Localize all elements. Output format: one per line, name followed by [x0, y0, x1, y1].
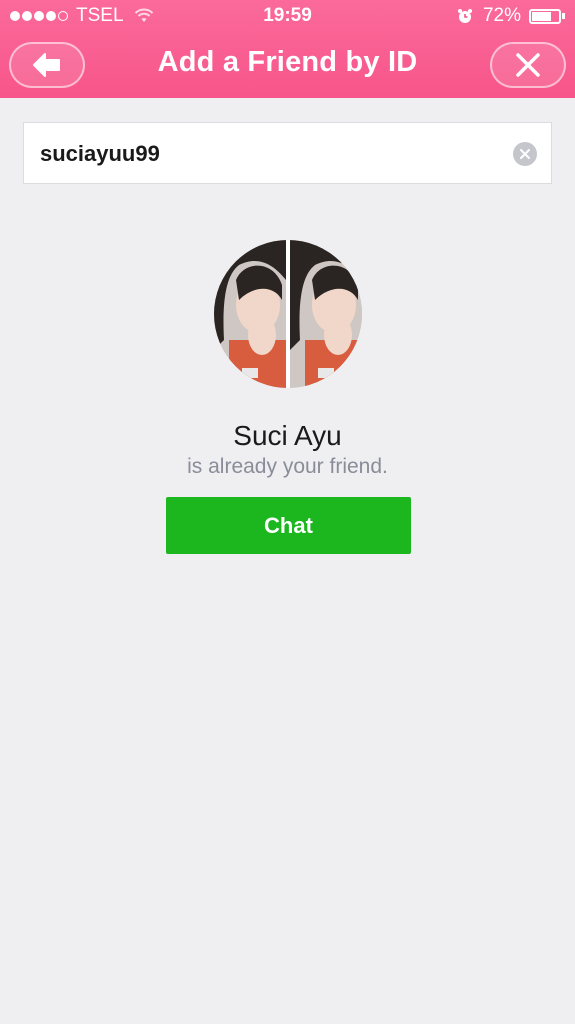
alarm-clock-icon: [457, 9, 472, 23]
battery-icon: [529, 8, 561, 24]
close-icon: [516, 53, 540, 77]
avatar[interactable]: [214, 240, 362, 388]
status-bar: TSEL 19:59 72%: [0, 0, 575, 32]
page-title: Add a Friend by ID: [157, 46, 418, 78]
battery-fill: [532, 11, 551, 21]
battery-percent: 72%: [482, 5, 521, 26]
friend-status-text: is already your friend.: [187, 455, 388, 478]
friend-name: Suci Ayu: [233, 420, 342, 451]
search-input-value[interactable]: suciayuu99: [40, 141, 160, 167]
clear-search-button[interactable]: [513, 142, 537, 166]
close-button[interactable]: [490, 42, 566, 88]
id-search-field[interactable]: suciayuu99: [23, 122, 552, 184]
battery-tip: [562, 13, 565, 19]
status-right: 72%: [457, 5, 565, 27]
header-bar: TSEL 19:59 72% Add a Friend by ID: [0, 0, 575, 98]
profile-photo-image: [214, 240, 362, 388]
chat-button[interactable]: Chat: [166, 497, 411, 554]
clear-icon: [520, 149, 530, 159]
